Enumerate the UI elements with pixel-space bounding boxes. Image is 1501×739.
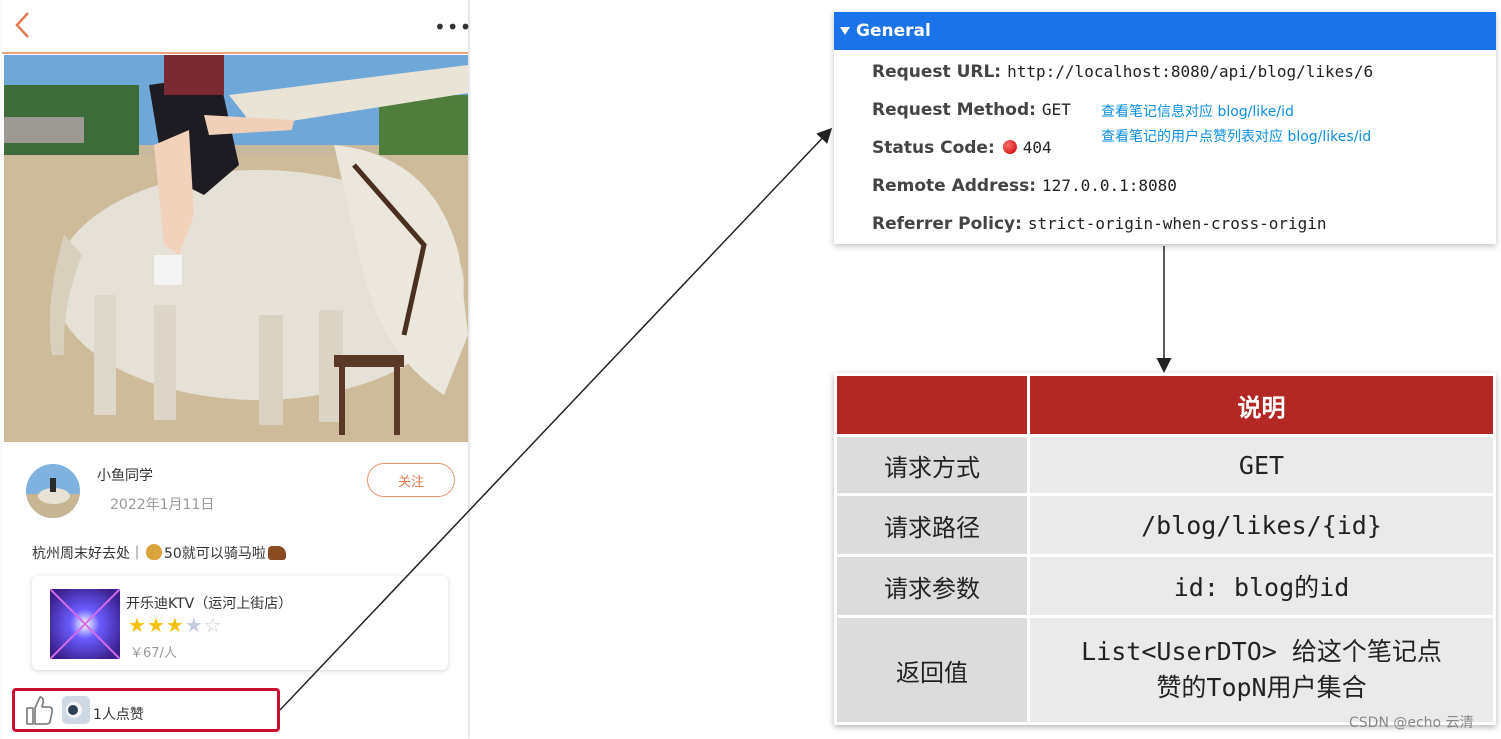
table-value-cell: GET — [1027, 434, 1496, 496]
general-title: General — [856, 21, 931, 41]
status-code-row: Status Code: 404 — [872, 138, 1052, 158]
table-header-cell: 说明 — [1027, 373, 1496, 437]
table-row: 请求方式 GET — [834, 434, 1496, 496]
collapse-triangle-icon — [840, 27, 850, 35]
table-key-cell: 返回值 — [834, 615, 1030, 725]
value-line: List<UserDTO> 给这个笔记点 — [1081, 637, 1442, 666]
table-row: 返回值 List<UserDTO> 给这个笔记点 赞的TopN用户集合 — [834, 615, 1496, 725]
request-url-row: Request URL: http://localhost:8080/api/bl… — [872, 62, 1373, 82]
value-line: 赞的TopN用户集合 — [1156, 673, 1367, 702]
status-error-dot-icon — [1002, 140, 1017, 154]
table-key-cell: 请求方式 — [834, 434, 1030, 496]
row-key: Request URL: — [872, 62, 1002, 82]
row-value: 404 — [1022, 138, 1052, 157]
table-header-cell — [834, 373, 1030, 437]
row-value: 127.0.0.1:8080 — [1042, 176, 1177, 195]
table-key-cell: 请求路径 — [834, 493, 1030, 557]
api-spec-table: 说明 请求方式 GET 请求路径 /blog/likes/{id} 请求参数 i… — [834, 373, 1496, 725]
table-value-cell: List<UserDTO> 给这个笔记点 赞的TopN用户集合 — [1027, 615, 1496, 725]
row-value: strict-origin-when-cross-origin — [1027, 214, 1327, 233]
general-section-toggle[interactable]: General — [834, 12, 1496, 50]
remote-address-row: Remote Address: 127.0.0.1:8080 — [872, 176, 1177, 196]
table-row: 请求参数 id: blog的id — [834, 554, 1496, 618]
annotation-note: 查看笔记的用户点赞列表对应 blog/likes/id — [1101, 129, 1372, 145]
referrer-policy-row: Referrer Policy: strict-origin-when-cross… — [872, 214, 1327, 234]
request-method-row: Request Method: GET — [872, 100, 1071, 120]
row-key: Remote Address: — [872, 176, 1037, 196]
watermark: CSDN @echo 云清 — [1349, 715, 1474, 731]
table-key-cell: 请求参数 — [834, 554, 1030, 618]
row-key: Request Method: — [872, 100, 1036, 120]
table-row: 请求路径 /blog/likes/{id} — [834, 493, 1496, 557]
row-value: http://localhost:8080/api/blog/likes/6 — [1007, 62, 1374, 81]
table-value-cell: /blog/likes/{id} — [1027, 493, 1496, 557]
row-key: Referrer Policy: — [872, 214, 1022, 234]
annotation-note: 查看笔记信息对应 blog/like/id — [1101, 104, 1294, 120]
table-value-cell: id: blog的id — [1027, 554, 1496, 618]
row-value: GET — [1041, 100, 1071, 119]
row-key: Status Code: — [872, 138, 995, 158]
